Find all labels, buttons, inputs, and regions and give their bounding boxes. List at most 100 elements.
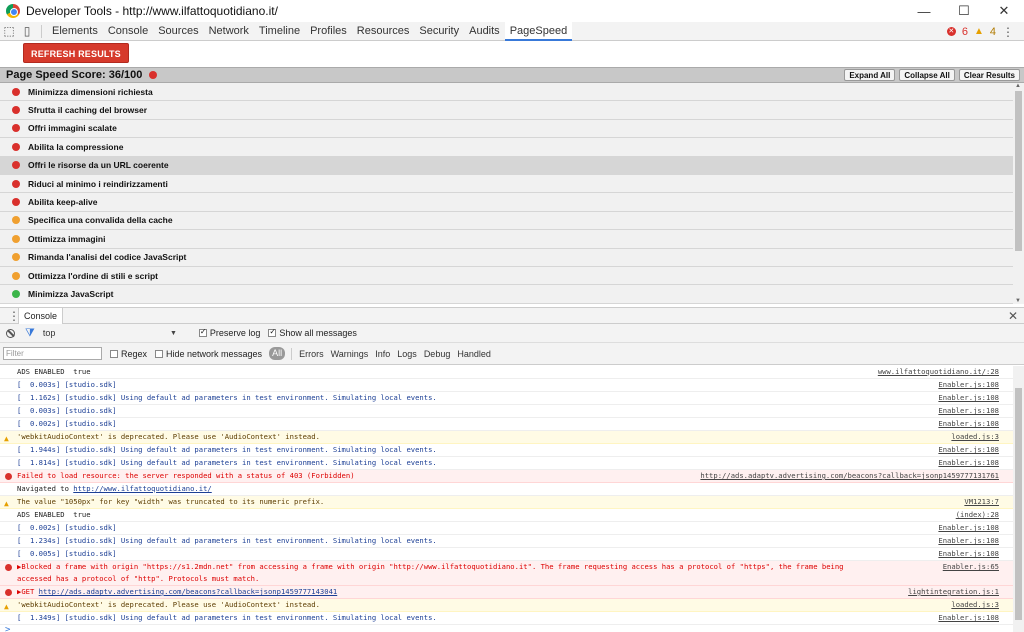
maximize-button[interactable]: ☐ <box>944 0 984 22</box>
pagespeed-rule[interactable]: Abilita la compressione <box>0 138 1013 157</box>
tab-elements[interactable]: Elements <box>47 22 103 41</box>
rule-status-icon <box>12 289 20 298</box>
level-filter-handled[interactable]: Handled <box>457 349 491 359</box>
chrome-logo-icon <box>6 4 20 18</box>
message-text: [ 1.349s] [studio.sdk] Using default ad … <box>17 613 437 622</box>
page-speed-score: Page Speed Score: 36/100 <box>6 69 143 81</box>
expand-all-button[interactable]: Expand All <box>844 69 896 81</box>
tab-timeline[interactable]: Timeline <box>254 22 305 41</box>
tab-resources[interactable]: Resources <box>352 22 415 41</box>
show-all-checkbox[interactable] <box>268 327 277 337</box>
scroll-up-icon[interactable]: ▲ <box>1015 83 1021 89</box>
close-drawer-icon[interactable]: ✕ <box>1008 308 1018 324</box>
hide-network-checkbox[interactable] <box>155 349 164 358</box>
message-source-link[interactable]: Enabler.js:108 <box>938 379 999 391</box>
console-prompt[interactable]: > <box>0 625 1013 632</box>
level-divider <box>291 347 293 360</box>
preserve-log-option[interactable]: Preserve log <box>198 327 260 338</box>
console-message: ▲'webkitAudioContext' is deprecated. Ple… <box>0 599 1013 612</box>
context-select[interactable]: top <box>43 328 183 338</box>
level-filter-warnings[interactable]: Warnings <box>331 349 369 359</box>
message-source-link[interactable]: Enabler.js:108 <box>938 405 999 417</box>
message-source-link[interactable]: Enabler.js:108 <box>938 548 999 560</box>
warning-count: 4 <box>989 25 996 38</box>
message-source-link[interactable]: Enabler.js:108 <box>938 535 999 547</box>
rule-label: Offri immagini scalate <box>28 123 117 134</box>
rule-status-icon <box>12 216 20 225</box>
tab-sources[interactable]: Sources <box>153 22 203 41</box>
scroll-down-icon[interactable]: ▼ <box>1015 298 1021 304</box>
message-source-link[interactable]: Enabler.js:108 <box>938 612 999 624</box>
tab-audits[interactable]: Audits <box>464 22 505 41</box>
tab-profiles[interactable]: Profiles <box>305 22 352 41</box>
message-source-link[interactable]: Enabler.js:108 <box>938 457 999 469</box>
hide-network-option[interactable]: Hide network messages <box>155 349 262 359</box>
regex-option[interactable]: Regex <box>110 349 147 359</box>
drawer-tab-console[interactable]: Console <box>18 307 64 324</box>
console-scrollbar-thumb[interactable] <box>1015 388 1022 620</box>
message-source-link[interactable]: Enabler.js:108 <box>938 444 999 456</box>
show-all-option[interactable]: Show all messages <box>268 327 357 338</box>
issue-counters[interactable]: ✕ 6 ▲ 4 ⋮ <box>946 22 1014 41</box>
pagespeed-rule[interactable]: Specifica una convalida della cache <box>0 211 1013 231</box>
device-mode-icon[interactable]: ▯ <box>18 22 36 41</box>
console-message: [ 0.005s] [studio.sdk] Enabler.js:108 <box>0 548 1013 561</box>
tab-network[interactable]: Network <box>204 22 254 41</box>
pagespeed-rule[interactable]: Minimizza JavaScript <box>0 285 1013 304</box>
pagespeed-rule[interactable]: Rimanda l'analisi del codice JavaScript <box>0 248 1013 267</box>
regex-checkbox[interactable] <box>110 349 118 358</box>
tab-pagespeed[interactable]: PageSpeed <box>504 21 573 41</box>
close-window-button[interactable]: ✕ <box>984 0 1024 22</box>
tab-security[interactable]: Security <box>414 22 464 41</box>
filter-input[interactable]: Filter <box>3 347 102 360</box>
rules-scrollbar[interactable]: ▲ ▼ <box>1013 83 1024 304</box>
message-source-link[interactable]: Enabler.js:108 <box>938 418 999 430</box>
more-options-icon[interactable]: ⋮ <box>1002 25 1014 39</box>
toolbar-divider <box>41 24 42 38</box>
message-source-link[interactable]: Enabler.js:108 <box>938 522 999 534</box>
message-source-link[interactable]: Enabler.js:65 <box>943 561 999 573</box>
message-link[interactable]: http://www.ilfattoquotidiano.it/ <box>73 484 211 493</box>
message-text: 'webkitAudioContext' is deprecated. Plea… <box>17 600 320 609</box>
pagespeed-rule[interactable]: Abilita keep-alive <box>0 193 1013 212</box>
message-source-link[interactable]: loaded.js:3 <box>951 431 999 443</box>
level-filter-logs[interactable]: Logs <box>397 349 417 359</box>
message-text: [ 1.814s] [studio.sdk] Using default ad … <box>17 458 437 467</box>
console-message: [ 1.944s] [studio.sdk] Using default ad … <box>0 444 1013 457</box>
pagespeed-rule[interactable]: Offri le risorse da un URL coerente <box>0 156 1013 175</box>
message-text: ▶Blocked a frame with origin "https://s1… <box>17 562 844 583</box>
level-filter-all[interactable]: All <box>269 347 286 360</box>
pagespeed-rule[interactable]: Minimizza dimensioni richiesta <box>0 83 1013 102</box>
level-filter-info[interactable]: Info <box>375 349 390 359</box>
preserve-log-checkbox[interactable] <box>198 327 207 337</box>
message-link[interactable]: http://ads.adaptv.advertising.com/beacon… <box>39 587 338 596</box>
level-filter-errors[interactable]: Errors <box>299 349 324 359</box>
inspect-element-icon[interactable]: ⬚ <box>0 22 18 41</box>
message-source-link[interactable]: http://ads.adaptv.advertising.com/beacon… <box>700 470 999 482</box>
pagespeed-rule[interactable]: Sfrutta il caching del browser <box>0 101 1013 120</box>
pagespeed-rule[interactable]: Ottimizza l'ordine di stili e script <box>0 266 1013 286</box>
tab-console[interactable]: Console <box>103 22 153 41</box>
pagespeed-rule[interactable]: Ottimizza immagini <box>0 230 1013 249</box>
pagespeed-rule[interactable]: Riduci al minimo i reindirizzamenti <box>0 174 1013 194</box>
clear-console-icon[interactable] <box>6 328 15 338</box>
chevron-down-icon[interactable]: ▼ <box>170 330 177 337</box>
filter-icon[interactable]: ⧩ <box>25 327 35 340</box>
console-message: [ 0.002s] [studio.sdk] Enabler.js:108 <box>0 418 1013 431</box>
message-source-link[interactable]: loaded.js:3 <box>951 599 999 611</box>
message-source-link[interactable]: Enabler.js:108 <box>938 392 999 404</box>
console-scrollbar[interactable] <box>1013 366 1024 632</box>
rules-scrollbar-thumb[interactable] <box>1015 91 1022 251</box>
pagespeed-rule[interactable]: Offri immagini scalate <box>0 119 1013 139</box>
minimize-button[interactable]: — <box>904 0 944 22</box>
level-filter-debug[interactable]: Debug <box>424 349 451 359</box>
message-source-link[interactable]: VM1213:7 <box>964 496 999 508</box>
refresh-results-button[interactable]: REFRESH RESULTS <box>23 43 129 63</box>
message-source-link[interactable]: (index):28 <box>956 509 999 521</box>
message-source-link[interactable]: www.ilfattoquotidiano.it/:28 <box>878 366 999 378</box>
collapse-all-button[interactable]: Collapse All <box>899 69 955 81</box>
drawer-menu-icon[interactable]: ⋮ <box>8 309 20 323</box>
message-source-link[interactable]: lightintegration.js:1 <box>908 586 999 598</box>
clear-results-button[interactable]: Clear Results <box>958 69 1020 81</box>
rule-label: Specifica una convalida della cache <box>28 215 173 226</box>
